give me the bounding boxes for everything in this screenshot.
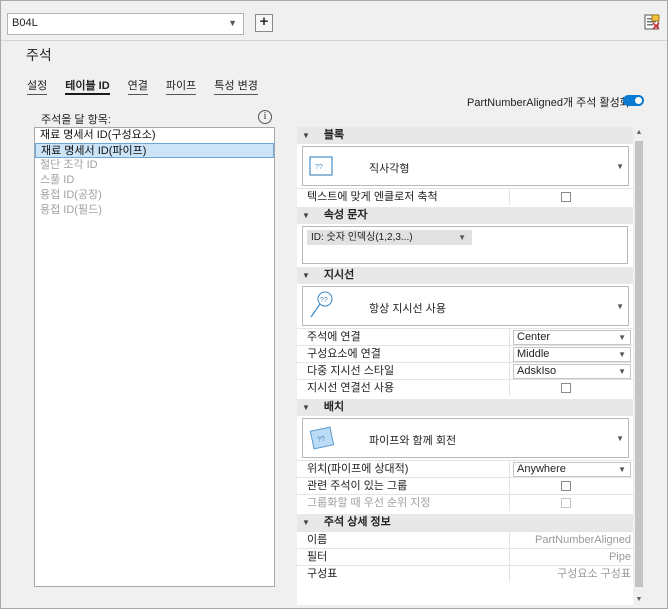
tab-connection[interactable]: 연결 <box>127 77 148 95</box>
chevron-down-icon: ▼ <box>618 350 626 359</box>
collapse-triangle-icon: ▼ <box>302 131 310 140</box>
tab-bar: 설정 테이블 ID 연결 파이프 특성 변경 <box>27 77 276 95</box>
prop-key: 필터 <box>297 549 510 565</box>
attach-annotation-select[interactable]: Center ▼ <box>513 330 631 345</box>
leader-landing-checkbox[interactable] <box>561 383 571 393</box>
tab-settings[interactable]: 설정 <box>27 77 48 95</box>
scrollbar-thumb[interactable] <box>635 141 643 587</box>
prop-key: 관련 주석이 있는 그룹 <box>297 478 510 494</box>
page-title: 주석 <box>26 47 52 63</box>
chevron-down-icon: ▼ <box>618 367 626 376</box>
prop-row: 지시선 연결선 사용 <box>297 379 633 396</box>
info-icon[interactable]: i <box>258 110 272 124</box>
prop-key: 위치(파이프에 상대적) <box>297 461 510 477</box>
placement-style-selector[interactable]: ?? 파이프와 함께 회전 ▼ <box>302 418 629 458</box>
scroll-down-icon[interactable]: ▼ <box>635 596 643 603</box>
tab-table-id[interactable]: 테이블 ID <box>65 77 110 95</box>
scale-enclosure-checkbox[interactable] <box>561 192 571 202</box>
prop-value: Pipe <box>608 551 631 563</box>
top-toolbar: B04L ▼ + <box>1 1 667 41</box>
collapse-triangle-icon: ▼ <box>302 271 310 280</box>
prop-row: 관련 주석이 있는 그룹 <box>297 477 633 494</box>
group-priority-checkbox[interactable] <box>561 498 571 508</box>
list-item[interactable]: 용접 ID(공장) <box>35 188 274 203</box>
prop-row: 구성표 구성요소 구성표 <box>297 565 633 582</box>
collapse-triangle-icon: ▼ <box>302 211 310 220</box>
chevron-down-icon: ▼ <box>618 333 626 342</box>
prop-row: 위치(파이프에 상대적) Anywhere ▼ <box>297 460 633 477</box>
toggle-knob <box>635 97 642 104</box>
prop-key: 그룹화할 때 우선 순위 지정 <box>297 495 510 511</box>
prop-key: 텍스트에 맞게 엔클로저 축척 <box>297 189 510 205</box>
chevron-down-icon: ▼ <box>618 465 626 474</box>
export-settings-icon[interactable] <box>644 14 660 30</box>
position-select[interactable]: Anywhere ▼ <box>513 462 631 477</box>
leader-style-selector[interactable]: ?? 항상 지시선 사용 ▼ <box>302 286 629 326</box>
scroll-up-icon[interactable]: ▲ <box>635 129 643 136</box>
leader-icon: ?? <box>310 291 333 318</box>
tab-pipe[interactable]: 파이프 <box>165 77 197 95</box>
prop-row: 다중 지시선 스타일 AdskIso ▼ <box>297 362 633 379</box>
section-header-details[interactable]: ▼ 주석 상세 정보 <box>297 514 633 531</box>
list-item[interactable]: 용접 ID(필드) <box>35 203 274 218</box>
chevron-down-icon: ▼ <box>458 233 466 242</box>
chevron-down-icon: ▼ <box>616 434 624 443</box>
prop-row: 필터 Pipe <box>297 548 633 565</box>
list-item[interactable]: 스풀 ID <box>35 173 274 188</box>
prop-key: 구성표 <box>297 566 510 582</box>
prop-key: 주석에 연결 <box>297 329 510 345</box>
chevron-down-icon: ▼ <box>228 18 237 28</box>
annotation-settings-window: B04L ▼ + 주석 설정 테이블 ID 연결 파이프 특성 변경 PartN… <box>0 0 668 609</box>
section-header-attr[interactable]: ▼ 속성 문자 <box>297 207 633 224</box>
prop-key: 구성요소에 연결 <box>297 346 510 362</box>
list-item[interactable]: 절단 조각 ID <box>35 158 274 173</box>
group-related-checkbox[interactable] <box>561 481 571 491</box>
rectangle-block-icon: ?? <box>309 156 333 176</box>
section-header-placement[interactable]: ▼ 배치 <box>297 399 633 416</box>
multileader-style-select[interactable]: AdskIso ▼ <box>513 364 631 379</box>
prop-value <box>510 189 633 205</box>
prop-row: 구성요소에 연결 Middle ▼ <box>297 345 633 362</box>
attach-component-select[interactable]: Middle ▼ <box>513 347 631 362</box>
block-style-selector[interactable]: ?? 직사각형 ▼ <box>302 146 629 186</box>
collapse-triangle-icon: ▼ <box>302 403 310 412</box>
prop-value: 구성요소 구성표 <box>557 568 631 580</box>
collapse-triangle-icon: ▼ <box>302 518 310 527</box>
style-select[interactable]: B04L ▼ <box>7 13 244 35</box>
properties-panel: ▼ 블록 ?? 직사각형 ▼ 텍스트에 맞게 엔클로저 축척 ▼ 속성 문자 ID:… <box>297 127 633 605</box>
attribute-text-box[interactable]: ID: 숫자 인덱싱(1,2,3...) ▼ <box>302 226 628 264</box>
add-style-button[interactable]: + <box>255 14 273 32</box>
section-header-block[interactable]: ▼ 블록 <box>297 127 633 144</box>
tab-property-change[interactable]: 특성 변경 <box>214 77 258 95</box>
enable-annotation-toggle[interactable] <box>623 95 644 106</box>
list-item[interactable]: 재료 명세서 ID(파이프) <box>35 143 274 158</box>
prop-key: 지시선 연결선 사용 <box>297 380 510 396</box>
annotate-items-label: 주석을 달 항목: <box>41 114 111 126</box>
style-select-value: B04L <box>12 17 38 29</box>
placement-style-name: 파이프와 함께 회전 <box>369 435 457 447</box>
prop-value: PartNumberAligned <box>535 534 631 546</box>
rotate-with-pipe-icon: ?? <box>309 426 335 450</box>
chevron-down-icon: ▼ <box>616 302 624 311</box>
block-style-name: 직사각형 <box>369 163 410 175</box>
svg-text:??: ?? <box>320 297 328 304</box>
chevron-down-icon: ▼ <box>616 162 624 171</box>
section-header-leader[interactable]: ▼ 지시선 <box>297 267 633 284</box>
prop-row: 텍스트에 맞게 엔클로저 축척 <box>297 188 633 205</box>
prop-row: 주석에 연결 Center ▼ <box>297 328 633 345</box>
leader-style-name: 항상 지시선 사용 <box>369 303 446 315</box>
svg-text:??: ?? <box>315 164 323 171</box>
prop-row: 그룹화할 때 우선 순위 지정 <box>297 494 633 511</box>
panel-scrollbar[interactable]: ▲ ▼ <box>633 127 645 605</box>
list-item[interactable]: 재료 명세서 ID(구성요소) <box>35 128 274 143</box>
prop-row: 이름 PartNumberAligned <box>297 531 633 548</box>
prop-key: 이름 <box>297 532 510 548</box>
prop-key: 다중 지시선 스타일 <box>297 363 510 379</box>
annotate-items-list: 재료 명세서 ID(구성요소) 재료 명세서 ID(파이프) 절단 조각 ID … <box>34 127 275 587</box>
enable-annotation-label: PartNumberAligned개 주석 활성화: <box>467 97 633 109</box>
attribute-chip[interactable]: ID: 숫자 인덱싱(1,2,3...) ▼ <box>307 230 472 245</box>
